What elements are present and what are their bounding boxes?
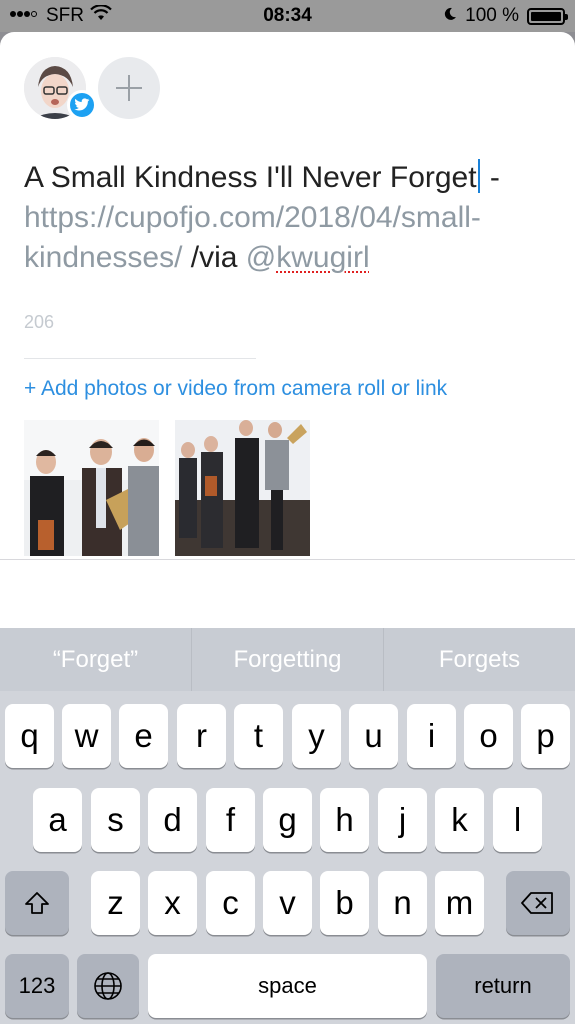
status-bar: SFR 08:34 100 % bbox=[0, 0, 575, 32]
plus-icon bbox=[116, 75, 142, 101]
key-p[interactable]: p bbox=[521, 704, 570, 768]
key-y[interactable]: y bbox=[292, 704, 341, 768]
globe-key[interactable] bbox=[77, 954, 139, 1018]
sheet-bottom-border bbox=[0, 559, 575, 560]
compose-dash-text: - bbox=[481, 161, 500, 194]
key-b[interactable]: b bbox=[320, 871, 369, 935]
key-j[interactable]: j bbox=[378, 788, 427, 852]
return-key[interactable]: return bbox=[436, 954, 570, 1018]
numbers-key[interactable]: 123 bbox=[5, 954, 69, 1018]
add-account-button[interactable] bbox=[98, 57, 160, 119]
divider bbox=[24, 358, 256, 359]
key-d[interactable]: d bbox=[148, 788, 197, 852]
status-right: 100 % bbox=[443, 5, 568, 27]
shift-key[interactable] bbox=[5, 871, 69, 935]
key-c[interactable]: c bbox=[206, 871, 255, 935]
add-media-link[interactable]: + Add photos or video from camera roll o… bbox=[24, 377, 447, 401]
compose-mention[interactable]: @kwugirl bbox=[246, 241, 370, 274]
battery-percent: 100 % bbox=[465, 5, 519, 26]
space-key[interactable]: space bbox=[148, 954, 427, 1018]
mention-at: @ bbox=[245, 241, 277, 274]
compose-sheet: A Small Kindness I'll Never Forget - htt… bbox=[0, 32, 575, 628]
moon-icon bbox=[443, 5, 457, 27]
key-u[interactable]: u bbox=[349, 704, 398, 768]
text-caret bbox=[477, 159, 480, 193]
key-w[interactable]: w bbox=[62, 704, 111, 768]
key-g[interactable]: g bbox=[263, 788, 312, 852]
key-i[interactable]: i bbox=[407, 704, 456, 768]
key-q[interactable]: q bbox=[5, 704, 54, 768]
key-k[interactable]: k bbox=[435, 788, 484, 852]
globe-icon bbox=[94, 972, 122, 1000]
key-r[interactable]: r bbox=[177, 704, 226, 768]
prediction-1[interactable]: “Forget” bbox=[0, 628, 191, 691]
mention-name: kwugirl bbox=[276, 241, 370, 274]
keyboard: “Forget” Forgetting Forgets q w e r t y … bbox=[0, 628, 575, 1024]
compose-via-text: /via bbox=[182, 241, 246, 274]
key-a[interactable]: a bbox=[33, 788, 82, 852]
key-h[interactable]: h bbox=[320, 788, 369, 852]
character-counter: 206 bbox=[24, 312, 55, 332]
compose-title-text: A Small Kindness I'll Never Forget bbox=[24, 161, 477, 194]
key-m[interactable]: m bbox=[435, 871, 484, 935]
delete-key[interactable] bbox=[506, 871, 570, 935]
key-z[interactable]: z bbox=[91, 871, 140, 935]
key-v[interactable]: v bbox=[263, 871, 312, 935]
prediction-3[interactable]: Forgets bbox=[384, 628, 575, 691]
key-f[interactable]: f bbox=[206, 788, 255, 852]
predictive-bar: “Forget” Forgetting Forgets bbox=[0, 628, 575, 691]
key-n[interactable]: n bbox=[378, 871, 427, 935]
key-t[interactable]: t bbox=[234, 704, 283, 768]
key-l[interactable]: l bbox=[493, 788, 542, 852]
key-e[interactable]: e bbox=[119, 704, 168, 768]
compose-text-field[interactable]: A Small Kindness I'll Never Forget - htt… bbox=[24, 158, 554, 278]
attached-photo-1[interactable] bbox=[24, 420, 159, 556]
shift-icon bbox=[25, 892, 49, 914]
battery-icon bbox=[527, 7, 568, 25]
key-o[interactable]: o bbox=[464, 704, 513, 768]
prediction-2[interactable]: Forgetting bbox=[192, 628, 383, 691]
key-s[interactable]: s bbox=[91, 788, 140, 852]
attached-photo-2[interactable] bbox=[175, 420, 310, 556]
key-x[interactable]: x bbox=[148, 871, 197, 935]
backspace-icon bbox=[521, 892, 553, 914]
twitter-icon bbox=[67, 90, 97, 120]
